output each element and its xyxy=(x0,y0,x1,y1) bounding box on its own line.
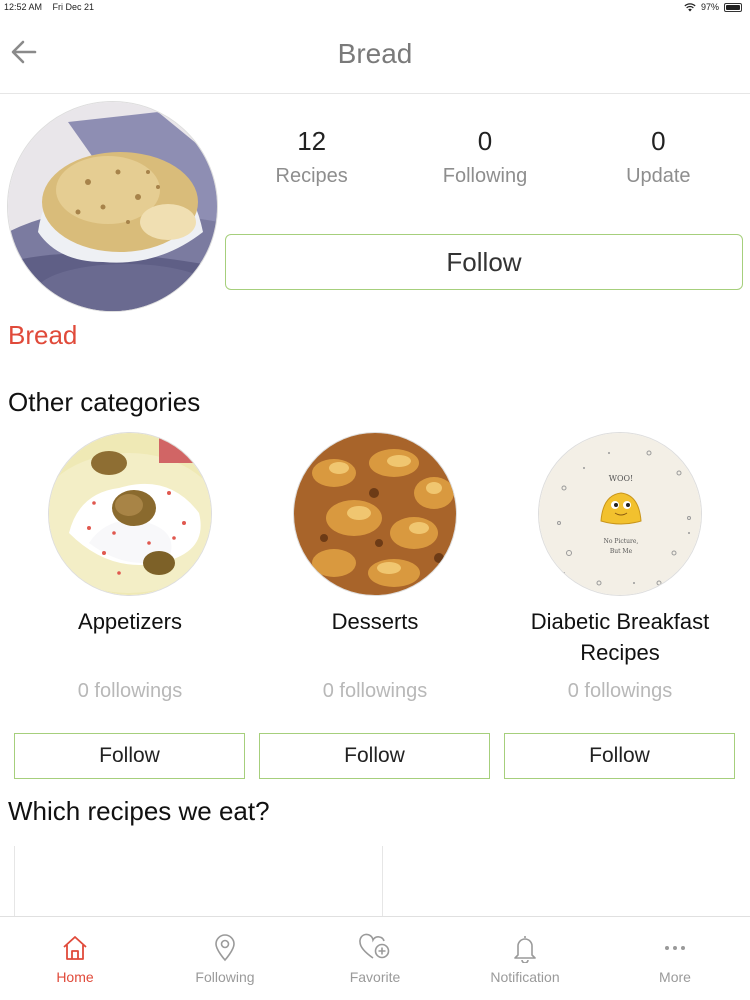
tab-label: More xyxy=(659,969,691,985)
more-dots-icon xyxy=(665,946,685,950)
stat-update[interactable]: 0 Update xyxy=(572,125,745,188)
heart-plus-icon xyxy=(359,933,390,959)
location-pin-icon xyxy=(215,934,235,962)
category-card-diabetic-breakfast[interactable]: WOO! No Picture, But Me Diabetic Breakfa… xyxy=(504,432,736,703)
recipe-card[interactable] xyxy=(14,846,382,916)
category-image[interactable] xyxy=(48,432,212,596)
battery-icon xyxy=(724,2,742,12)
recipes-section-heading: Which recipes we eat? xyxy=(8,796,270,826)
profile-stats: 12 Recipes 0 Following 0 Update xyxy=(225,125,745,188)
tab-favorite[interactable]: Favorite xyxy=(300,917,450,1000)
placeholder-text: WOO! xyxy=(609,474,634,483)
category-name: Bread xyxy=(8,320,78,350)
follow-appetizers-button[interactable]: Follow xyxy=(14,733,245,779)
status-time: 12:52 AM xyxy=(4,2,43,12)
stat-value: 0 xyxy=(477,126,493,156)
tab-notification[interactable]: Notification xyxy=(450,917,600,1000)
category-title: Diabetic Breakfast Recipes xyxy=(530,609,710,665)
stat-recipes[interactable]: 12 Recipes xyxy=(225,125,398,188)
battery-percent: 97% xyxy=(700,2,719,12)
follow-button[interactable]: Follow xyxy=(225,234,743,290)
stat-following[interactable]: 0 Following xyxy=(398,125,571,188)
battery-level xyxy=(726,4,740,10)
category-image[interactable] xyxy=(293,432,457,596)
stat-value: 12 xyxy=(297,126,327,156)
category-title: Desserts xyxy=(331,609,419,634)
tab-following[interactable]: Following xyxy=(150,917,300,1000)
tab-home[interactable]: Home xyxy=(0,917,150,1000)
status-date: Fri Dec 21 xyxy=(52,2,95,12)
followings-count: 0 followings xyxy=(567,680,673,702)
stat-value: 0 xyxy=(651,126,666,156)
stat-label: Recipes xyxy=(275,165,348,187)
other-categories-heading: Other categories xyxy=(8,387,201,417)
category-title: Appetizers xyxy=(78,609,182,634)
svg-text:No Picture,: No Picture, xyxy=(604,538,639,545)
follow-diabetic-breakfast-button[interactable]: Follow xyxy=(504,733,735,779)
stat-label: Update xyxy=(626,165,691,187)
bell-icon xyxy=(514,936,536,963)
category-avatar xyxy=(7,101,218,312)
category-card-appetizers[interactable]: Appetizers 0 followings xyxy=(14,432,246,703)
bottom-tab-bar: Home Following Favorite Notification Mor… xyxy=(0,916,750,1000)
page-title: Bread xyxy=(337,38,413,69)
navigation-bar: Bread xyxy=(0,16,750,94)
stat-label: Following xyxy=(442,165,528,187)
wifi-icon xyxy=(684,2,696,12)
recipe-grid xyxy=(14,846,750,916)
tab-label: Notification xyxy=(490,969,560,985)
category-image-placeholder[interactable]: WOO! No Picture, But Me xyxy=(538,432,702,596)
tab-label: Following xyxy=(195,969,255,985)
recipe-card[interactable] xyxy=(382,846,750,916)
svg-text:But Me: But Me xyxy=(610,548,633,555)
followings-count: 0 followings xyxy=(322,680,428,702)
home-icon xyxy=(63,936,87,960)
tab-more[interactable]: More xyxy=(600,917,750,1000)
status-bar: 12:52 AM Fri Dec 21 97% xyxy=(0,0,750,16)
followings-count: 0 followings xyxy=(77,680,183,702)
category-card-desserts[interactable]: Desserts 0 followings xyxy=(259,432,491,703)
tab-label: Home xyxy=(56,969,94,985)
follow-desserts-button[interactable]: Follow xyxy=(259,733,490,779)
tab-label: Favorite xyxy=(349,969,401,985)
